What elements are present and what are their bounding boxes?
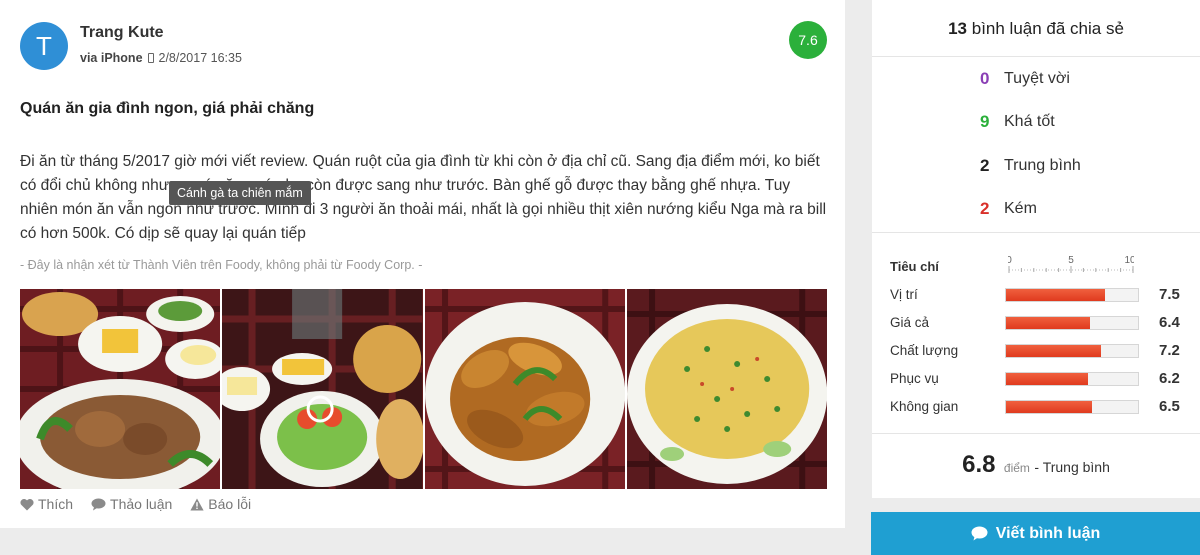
criteria-scale: 0 5 10: [1008, 255, 1134, 273]
review-score-badge: 7.6: [789, 21, 827, 59]
photo-gallery: [20, 289, 827, 489]
criterion-value: 7.2: [1159, 342, 1180, 359]
food-photo-grilled-meat[interactable]: [20, 289, 221, 489]
criterion-value: 6.2: [1159, 370, 1180, 387]
criterion-label: Giá cả: [890, 315, 930, 330]
criterion-label: Vị trí: [890, 287, 918, 302]
tally-count: 9: [980, 112, 990, 132]
tally-row-average[interactable]: 2 Trung bình: [872, 144, 1200, 188]
warning-icon: [190, 498, 204, 510]
criterion-bar-fill: [1006, 317, 1091, 329]
review-meta: via iPhone 2/8/2017 16:35: [80, 51, 242, 65]
phone-icon: [148, 53, 155, 63]
criterion-bar: [1005, 288, 1139, 302]
review-body: Đi ăn từ tháng 5/2017 giờ mới viết revie…: [20, 153, 827, 242]
comment-icon: [91, 498, 106, 510]
tally-row-poor[interactable]: 2 Kém: [872, 188, 1200, 232]
tally-count: 2: [980, 199, 990, 219]
overall-score-value: 6.8: [962, 451, 996, 478]
comment-count: 13: [948, 19, 967, 38]
tally-count: 0: [980, 68, 990, 88]
criterion-bar: [1005, 372, 1139, 386]
overall-score-desc: - Trung bình: [1034, 459, 1110, 475]
criterion-value: 6.4: [1159, 314, 1180, 331]
food-photo-fried-rice[interactable]: [626, 289, 827, 489]
food-photo-salad[interactable]: [222, 289, 423, 489]
divider: [872, 232, 1200, 233]
photo-tooltip: Cánh gà ta chiên mắm: [169, 181, 311, 205]
criteria-heading: Tiêu chí: [890, 259, 939, 274]
overall-score-unit: điểm: [1003, 461, 1030, 475]
review-date: 2/8/2017 16:35: [158, 51, 242, 65]
criterion-bar: [1005, 344, 1139, 358]
criterion-value: 6.5: [1159, 398, 1180, 415]
tally-count: 2: [980, 155, 990, 175]
user-name[interactable]: Trang Kute: [80, 24, 164, 42]
criterion-bar-fill: [1006, 289, 1105, 301]
tally-label: Kém: [1004, 200, 1037, 218]
tally-label: Trung bình: [1004, 156, 1081, 174]
criterion-bar-fill: [1006, 345, 1102, 357]
criterion-bar: [1005, 400, 1139, 414]
comment-count-heading: 13 bình luận đã chia sẻ: [872, 0, 1200, 57]
review-title[interactable]: Quán ăn gia đình ngon, giá phải chăng: [20, 100, 314, 118]
write-review-button[interactable]: Viết bình luận: [871, 512, 1200, 555]
tally-label: Khá tốt: [1004, 113, 1055, 131]
via-device: via iPhone: [80, 51, 143, 65]
criterion-bar-fill: [1006, 401, 1092, 413]
food-photo-chicken-wings[interactable]: [424, 289, 625, 489]
comment-count-label: bình luận đã chia sẻ: [971, 19, 1124, 38]
divider: [872, 433, 1200, 434]
tally-label: Tuyệt vời: [1004, 69, 1070, 87]
criterion-bar-fill: [1006, 373, 1088, 385]
scale-label-10: 10: [1124, 255, 1134, 266]
scale-label-5: 5: [1068, 255, 1074, 266]
review-card: T Trang Kute via iPhone 2/8/2017 16:35 7…: [0, 0, 845, 528]
tally-row-excellent[interactable]: 0 Tuyệt vời: [872, 57, 1200, 101]
report-label: Báo lỗi: [208, 496, 252, 512]
write-review-label: Viết bình luận: [995, 524, 1101, 542]
criterion-service: Phục vụ 6.2: [890, 369, 1190, 389]
criterion-label: Không gian: [890, 399, 959, 414]
discuss-label: Thảo luận: [110, 496, 173, 512]
criterion-label: Phục vụ: [890, 371, 939, 386]
tally-row-good[interactable]: 9 Khá tốt: [872, 101, 1200, 145]
review-summary-panel: 13 bình luận đã chia sẻ 0 Tuyệt vời 9 Kh…: [872, 0, 1200, 498]
discuss-button[interactable]: Thảo luận: [91, 496, 172, 512]
avatar[interactable]: T: [20, 22, 68, 70]
report-button[interactable]: Báo lỗi: [190, 496, 251, 512]
criterion-bar: [1005, 316, 1139, 330]
criterion-space: Không gian 6.5: [890, 397, 1190, 417]
disclaimer: - Đây là nhận xét từ Thành Viên trên Foo…: [20, 258, 423, 272]
scale-label-0: 0: [1008, 255, 1012, 266]
criterion-price: Giá cả 6.4: [890, 313, 1190, 333]
like-label: Thích: [38, 496, 74, 512]
heart-icon: [20, 498, 34, 510]
rating-tally: 0 Tuyệt vời 9 Khá tốt 2 Trung bình 2 Kém: [872, 57, 1200, 231]
criterion-label: Chất lượng: [890, 343, 959, 358]
criterion-value: 7.5: [1159, 286, 1180, 303]
comment-icon: [971, 526, 988, 541]
overall-score: 6.8 điểm - Trung bình: [872, 451, 1200, 479]
criterion-quality: Chất lượng 7.2: [890, 341, 1190, 361]
criterion-location: Vị trí 7.5: [890, 285, 1190, 305]
review-actions: Thích Thảo luận Báo lỗi: [20, 496, 251, 512]
like-button[interactable]: Thích: [20, 496, 73, 512]
